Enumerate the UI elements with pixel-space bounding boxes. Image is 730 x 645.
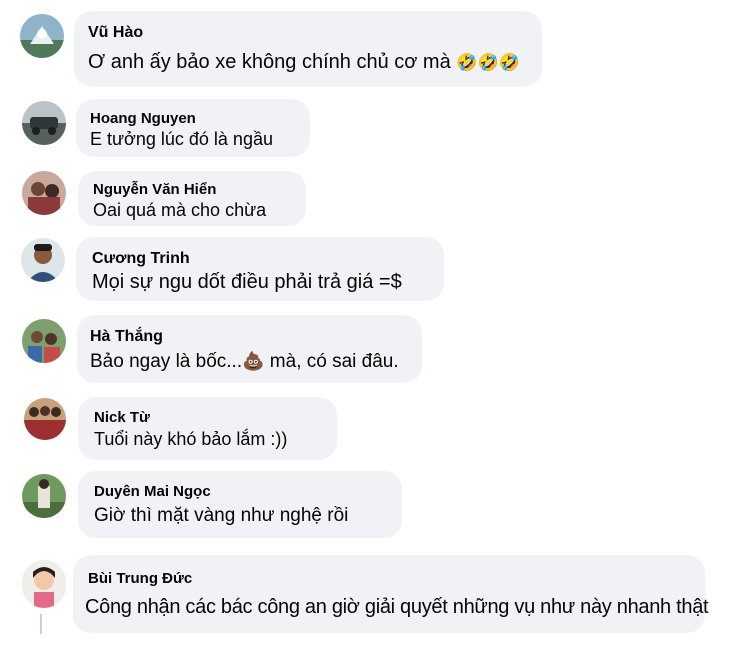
comment-text: Bảo ngay là bốc...💩 mà, có sai đâu. — [90, 351, 399, 373]
comment-text: Công nhận các bác công an giờ giải quyết… — [85, 596, 709, 618]
avatar[interactable] — [22, 101, 66, 145]
comment-thread: Vũ Hào Ơ anh ấy bảo xe không chính chủ c… — [0, 0, 730, 645]
avatar[interactable] — [22, 560, 66, 608]
comment-author[interactable]: Bùi Trung Đức — [88, 570, 192, 587]
avatar[interactable] — [20, 14, 64, 58]
comment-text: Mọi sự ngu dốt điều phải trả giá =$ — [92, 271, 402, 293]
comment-text: Giờ thì mặt vàng như nghệ rồi — [94, 505, 349, 526]
comment-author[interactable]: Nick Từ — [94, 409, 150, 426]
avatar[interactable] — [22, 319, 66, 363]
avatar[interactable] — [22, 474, 66, 518]
comment-text-part: Bảo ngay là bốc... — [90, 351, 243, 372]
avatar[interactable] — [21, 238, 65, 282]
comment-bubble: Vũ Hào Ơ anh ấy bảo xe không chính chủ c… — [74, 11, 542, 87]
comment-bubble: Hoang Nguyen E tưởng lúc đó là ngầu — [76, 99, 310, 157]
thread-line — [40, 614, 42, 634]
comment-author[interactable]: Hà Thắng — [90, 328, 163, 346]
comment-text: Tuổi này khó bảo lắm :)) — [94, 429, 288, 449]
comment-author[interactable]: Vũ Hào — [88, 24, 143, 42]
comment-text-body: Ơ anh ấy bảo xe không chính chủ cơ mà — [88, 51, 451, 73]
comment-text: E tưởng lúc đó là ngầu — [90, 129, 273, 149]
comment-bubble: Duyên Mai Ngọc Giờ thì mặt vàng như nghệ… — [78, 471, 402, 538]
comment-text: Ơ anh ấy bảo xe không chính chủ cơ mà 🤣🤣… — [88, 51, 520, 74]
comment-bubble: Bùi Trung Đức Công nhận các bác công an … — [73, 555, 709, 633]
comment-bubble: Hà Thắng Bảo ngay là bốc...💩 mà, có sai … — [77, 315, 422, 383]
comment-author[interactable]: Hoang Nguyen — [90, 110, 196, 127]
poop-emoji-icon: 💩 — [242, 351, 265, 372]
comment-author[interactable]: Cương Trinh — [92, 250, 190, 268]
avatar[interactable] — [24, 398, 66, 440]
comment-author[interactable]: Nguyễn Văn Hiển — [93, 181, 216, 198]
comment-author[interactable]: Duyên Mai Ngọc — [94, 483, 211, 500]
comment-text: Oai quá mà cho chừa — [93, 200, 267, 220]
comment-bubble: Nguyễn Văn Hiển Oai quá mà cho chừa — [78, 171, 306, 226]
comment-bubble: Cương Trinh Mọi sự ngu dốt điều phải trả… — [76, 237, 444, 301]
avatar[interactable] — [22, 171, 66, 215]
rolling-laughing-emoji-icon: 🤣🤣🤣 — [456, 52, 520, 72]
comment-bubble: Nick Từ Tuổi này khó bảo lắm :)) — [78, 397, 337, 460]
comment-text-part: mà, có sai đâu. — [264, 351, 399, 372]
